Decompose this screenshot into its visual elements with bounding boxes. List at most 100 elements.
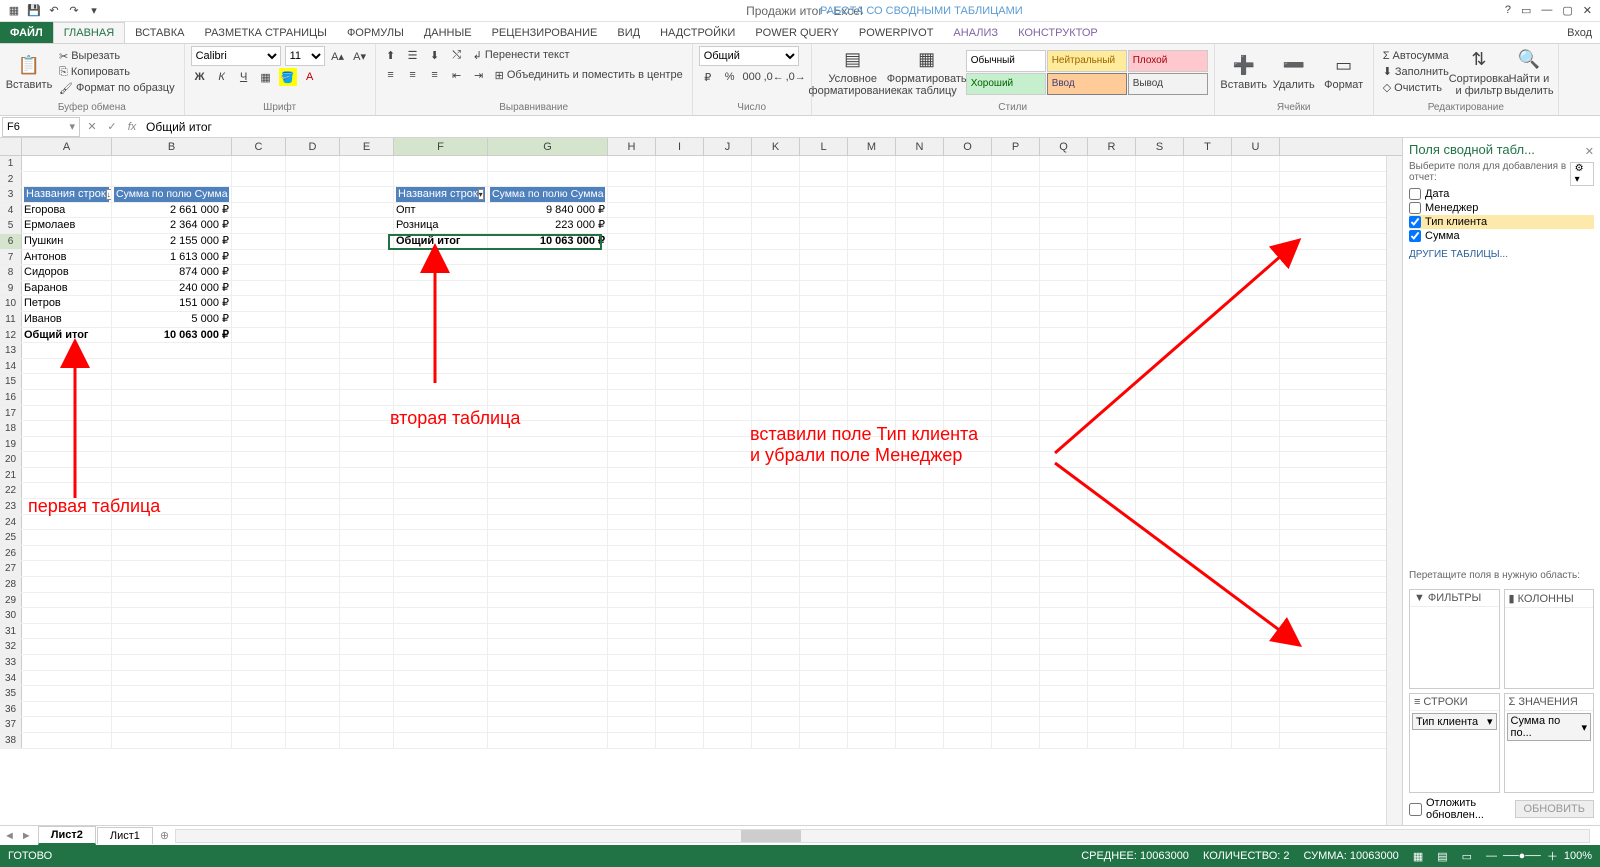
font-size-select[interactable]: 11	[285, 46, 325, 66]
tab-review[interactable]: РЕЦЕНЗИРОВАНИЕ	[482, 22, 608, 43]
tab-insert[interactable]: ВСТАВКА	[125, 22, 194, 43]
delete-cells-button[interactable]: ➖Удалить	[1271, 46, 1317, 98]
comma-icon[interactable]: 000	[743, 68, 761, 86]
col-header[interactable]: G	[488, 138, 608, 155]
pane-close-icon[interactable]: ✕	[1585, 145, 1594, 158]
cut-button[interactable]: ✂ Вырезать	[56, 49, 178, 64]
enter-icon[interactable]: ✓	[102, 120, 122, 133]
undo-icon[interactable]: ↶	[45, 2, 63, 20]
col-header[interactable]: D	[286, 138, 340, 155]
fill-color-icon[interactable]: 🪣	[279, 68, 297, 86]
pane-settings-icon[interactable]: ⚙ ▾	[1570, 162, 1594, 186]
tab-powerquery[interactable]: POWER QUERY	[745, 22, 849, 43]
tab-data[interactable]: ДАННЫЕ	[414, 22, 482, 43]
col-header[interactable]: F	[394, 138, 488, 155]
font-name-select[interactable]: Calibri	[191, 46, 281, 66]
col-header[interactable]: U	[1232, 138, 1280, 155]
close-icon[interactable]: ✕	[1583, 4, 1592, 17]
indent-inc-icon[interactable]: ⇥	[470, 66, 488, 84]
tab-view[interactable]: ВИД	[607, 22, 650, 43]
field-checkbox[interactable]	[1409, 188, 1421, 200]
style-bad[interactable]: Плохой	[1128, 50, 1208, 72]
style-output[interactable]: Вывод	[1128, 73, 1208, 95]
conditional-format-button[interactable]: ▤Условное форматирование	[818, 46, 888, 98]
tab-powerpivot[interactable]: POWERPIVOT	[849, 22, 944, 43]
indent-dec-icon[interactable]: ⇤	[448, 66, 466, 84]
tab-analyze[interactable]: АНАЛИЗ	[943, 22, 1008, 43]
ribbon-options-icon[interactable]: ▭	[1521, 4, 1531, 17]
align-center-icon[interactable]: ≡	[404, 66, 422, 84]
currency-icon[interactable]: ₽	[699, 68, 717, 86]
field-checkbox[interactable]	[1409, 230, 1421, 242]
style-input[interactable]: Ввод	[1047, 73, 1127, 95]
col-header[interactable]: H	[608, 138, 656, 155]
worksheet-grid[interactable]: A B C D E F G H I J K L M N O P Q R S T …	[0, 138, 1402, 825]
update-button[interactable]: ОБНОВИТЬ	[1515, 800, 1594, 818]
area-item[interactable]: Тип клиента▾	[1412, 713, 1497, 730]
sheet-tab[interactable]: Лист1	[97, 827, 153, 844]
defer-checkbox[interactable]	[1409, 803, 1422, 816]
maximize-icon[interactable]: ▢	[1562, 4, 1572, 17]
col-header[interactable]: K	[752, 138, 800, 155]
formula-input[interactable]	[142, 117, 1600, 137]
view-layout-icon[interactable]: ▤	[1437, 850, 1447, 863]
format-cells-button[interactable]: ▭Формат	[1321, 46, 1367, 98]
tab-formulas[interactable]: ФОРМУЛЫ	[337, 22, 414, 43]
sheet-tab[interactable]: Лист2	[38, 826, 96, 845]
col-header[interactable]: P	[992, 138, 1040, 155]
underline-icon[interactable]: Ч	[235, 68, 253, 86]
field-checkbox[interactable]	[1409, 202, 1421, 214]
align-top-icon[interactable]: ⬆	[382, 46, 400, 64]
name-box[interactable]: F6▾	[2, 117, 80, 137]
style-normal[interactable]: Обычный	[966, 50, 1046, 72]
col-header[interactable]: R	[1088, 138, 1136, 155]
new-sheet-icon[interactable]: ⊕	[160, 829, 169, 842]
insert-cells-button[interactable]: ➕Вставить	[1221, 46, 1267, 98]
view-normal-icon[interactable]: ▦	[1413, 850, 1423, 863]
cell-styles-gallery[interactable]: Обычный Нейтральный Плохой Хороший Ввод …	[966, 50, 1208, 95]
inc-decimal-icon[interactable]: ,0←	[765, 68, 783, 86]
qat-more-icon[interactable]: ▾	[85, 2, 103, 20]
style-good[interactable]: Хороший	[966, 73, 1046, 95]
number-format-select[interactable]: Общий	[699, 46, 799, 66]
field-item[interactable]: Дата	[1409, 187, 1594, 201]
font-color-icon[interactable]: A	[301, 68, 319, 86]
col-header[interactable]: A	[22, 138, 112, 155]
align-left-icon[interactable]: ≡	[382, 66, 400, 84]
area-item[interactable]: Сумма по по...▾	[1507, 713, 1592, 741]
col-header[interactable]: Q	[1040, 138, 1088, 155]
cancel-icon[interactable]: ✕	[82, 120, 102, 133]
border-icon[interactable]: ▦	[257, 68, 275, 86]
col-header[interactable]: J	[704, 138, 752, 155]
help-icon[interactable]: ?	[1505, 4, 1511, 17]
col-header[interactable]: T	[1184, 138, 1232, 155]
col-header[interactable]: B	[112, 138, 232, 155]
wrap-text-button[interactable]: ↲ Перенести текст	[470, 48, 573, 63]
col-header[interactable]: C	[232, 138, 286, 155]
minimize-icon[interactable]: ―	[1541, 4, 1552, 17]
field-item[interactable]: Сумма	[1409, 229, 1594, 243]
italic-icon[interactable]: К	[213, 68, 231, 86]
redo-icon[interactable]: ↷	[65, 2, 83, 20]
merge-button[interactable]: ⊞ Объединить и поместить в центре	[492, 68, 686, 83]
tab-home[interactable]: ГЛАВНАЯ	[53, 22, 125, 43]
format-painter-button[interactable]: 🖌 Формат по образцу	[56, 81, 178, 96]
col-header[interactable]: M	[848, 138, 896, 155]
format-as-table-button[interactable]: ▦Форматировать как таблицу	[892, 46, 962, 98]
find-select-button[interactable]: 🔍Найти и выделить	[1506, 46, 1552, 98]
horizontal-scrollbar[interactable]	[175, 829, 1590, 843]
sheet-nav-next-icon[interactable]: ►	[21, 830, 32, 842]
save-icon[interactable]: 💾	[25, 2, 43, 20]
sheet-nav-prev-icon[interactable]: ◄	[4, 830, 15, 842]
grid-body[interactable]: 123Названия строк↓Сумма по полю СуммаНаз…	[0, 156, 1402, 749]
paste-button[interactable]: 📋Вставить	[6, 46, 52, 98]
tab-addins[interactable]: НАДСТРОЙКИ	[650, 22, 745, 43]
other-tables-link[interactable]: ДРУГИЕ ТАБЛИЦЫ...	[1409, 249, 1594, 260]
col-header[interactable]: L	[800, 138, 848, 155]
style-neutral[interactable]: Нейтральный	[1047, 50, 1127, 72]
grow-font-icon[interactable]: A▴	[329, 47, 347, 65]
percent-icon[interactable]: %	[721, 68, 739, 86]
orientation-icon[interactable]: ⤭	[448, 46, 466, 64]
col-header[interactable]: E	[340, 138, 394, 155]
align-right-icon[interactable]: ≡	[426, 66, 444, 84]
